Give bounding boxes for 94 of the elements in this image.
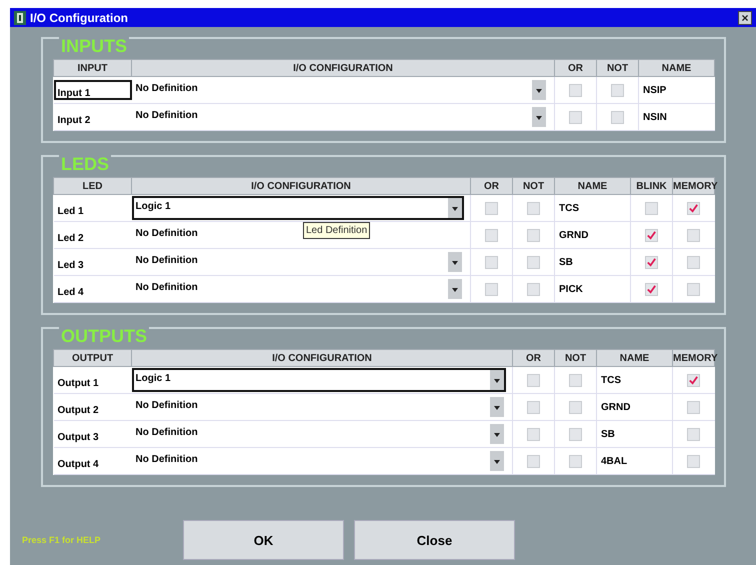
checkbox[interactable]	[569, 374, 582, 386]
caret-icon[interactable]	[448, 198, 462, 218]
checkbox[interactable]	[687, 256, 700, 268]
column-header: OR	[554, 60, 596, 76]
table-cell-text: Input 2	[56, 114, 92, 127]
table-cell-text: Led 2	[56, 232, 85, 245]
checkbox[interactable]	[527, 428, 540, 440]
checkbox[interactable]	[485, 228, 498, 242]
table-cell-text: TCS	[558, 202, 579, 214]
column-header: OUTPUT	[54, 350, 132, 366]
configuration-dropdown[interactable]: No Definition	[132, 277, 464, 301]
table-cell-text: SB	[600, 428, 615, 440]
dialog-button[interactable]: Close	[354, 520, 515, 560]
caret-icon[interactable]	[532, 80, 546, 100]
checkbox[interactable]	[569, 428, 582, 440]
checkbox[interactable]	[527, 282, 540, 296]
checkbox[interactable]	[687, 428, 700, 440]
configuration-dropdown[interactable]: No Definition	[132, 422, 506, 446]
table-cell-text: 4BAL	[600, 456, 628, 466]
column-header: OR	[512, 350, 554, 366]
configuration-dropdown[interactable]: No Definition	[132, 449, 506, 473]
checkbox[interactable]	[611, 84, 624, 96]
column-header: NOT	[512, 178, 554, 194]
caret-icon[interactable]	[490, 370, 504, 390]
table-cell-text: NSIN	[642, 112, 667, 122]
caret-icon[interactable]	[448, 279, 462, 299]
checkbox[interactable]	[645, 202, 658, 214]
checkbox[interactable]	[527, 374, 540, 386]
checkbox[interactable]	[687, 228, 700, 242]
column-header: BLINK	[630, 178, 672, 194]
table-cell-text: Output 3	[56, 431, 100, 444]
app-icon	[14, 10, 26, 24]
column-header: I/O CONFIGURATION	[132, 178, 470, 194]
column-header: INPUT	[54, 60, 132, 76]
column-header: I/O CONFIGURATION	[132, 350, 512, 366]
column-header: NAME	[554, 178, 630, 194]
configuration-dropdown[interactable]: No Definition	[132, 223, 204, 247]
table-cell-text: Output 1	[56, 377, 100, 390]
column-header: OR	[470, 178, 512, 194]
configuration-dropdown[interactable]: Logic 1	[132, 368, 506, 392]
caret-icon[interactable]	[490, 424, 504, 444]
checkbox[interactable]	[485, 256, 498, 268]
column-header: NOT	[554, 350, 596, 366]
table-cell-text: Output 2	[56, 404, 100, 417]
help-hint: Press F1 for HELP	[21, 535, 102, 545]
caret-icon[interactable]	[490, 451, 504, 471]
checkbox[interactable]	[569, 400, 582, 414]
checkbox[interactable]	[687, 202, 700, 214]
caret-icon[interactable]	[490, 397, 504, 417]
checkbox[interactable]	[645, 256, 658, 268]
table-cell-text: Output 4	[56, 458, 100, 471]
checkbox[interactable]	[611, 110, 624, 124]
dialog-button[interactable]: OK	[183, 520, 344, 560]
checkbox[interactable]	[527, 454, 540, 468]
table-cell-text: Led 4	[56, 286, 85, 299]
checkbox[interactable]	[569, 110, 582, 124]
checkbox[interactable]	[485, 202, 498, 214]
checkbox[interactable]	[645, 282, 658, 296]
table-cell-text: Led 3	[56, 259, 85, 272]
checkbox[interactable]	[527, 256, 540, 268]
checkbox[interactable]	[687, 454, 700, 468]
table-cell-text: GRND	[600, 402, 630, 412]
checkbox[interactable]	[569, 84, 582, 96]
table-cell-text: SB	[558, 256, 573, 268]
caret-icon[interactable]	[532, 107, 546, 127]
table-cell-text: Led 1	[56, 205, 85, 218]
configuration-dropdown[interactable]: No Definition	[132, 395, 506, 419]
column-header: NAME	[638, 60, 714, 76]
checkbox[interactable]	[485, 282, 498, 296]
checkbox[interactable]	[687, 400, 700, 414]
window-title: I/O Configuration	[30, 10, 129, 24]
checkbox[interactable]	[687, 282, 700, 296]
checkbox[interactable]	[527, 228, 540, 242]
configuration-dropdown[interactable]: No Definition	[132, 105, 548, 129]
column-header: I/O CONFIGURATION	[132, 60, 554, 76]
configuration-dropdown[interactable]: No Definition	[132, 250, 464, 274]
column-header: NOT	[596, 60, 638, 76]
table-cell-text: TCS	[600, 374, 621, 386]
table-cell: Input 1	[54, 80, 132, 100]
checkbox[interactable]	[687, 374, 700, 386]
table-cell-text: NSIP	[642, 84, 666, 96]
close-button[interactable]: ×	[738, 10, 752, 24]
column-header: NAME	[596, 350, 672, 366]
checkbox[interactable]	[527, 202, 540, 214]
checkbox[interactable]	[645, 228, 658, 242]
tooltip: Led Definition	[303, 222, 370, 239]
table-cell-text: PICK	[558, 284, 583, 294]
column-header: LED	[54, 178, 132, 194]
checkbox[interactable]	[569, 454, 582, 468]
configuration-dropdown[interactable]: No Definition	[132, 78, 548, 102]
checkbox[interactable]	[527, 400, 540, 414]
configuration-dropdown[interactable]: Logic 1	[132, 196, 464, 220]
table-cell-text: GRND	[558, 230, 588, 240]
caret-icon[interactable]	[448, 252, 462, 272]
